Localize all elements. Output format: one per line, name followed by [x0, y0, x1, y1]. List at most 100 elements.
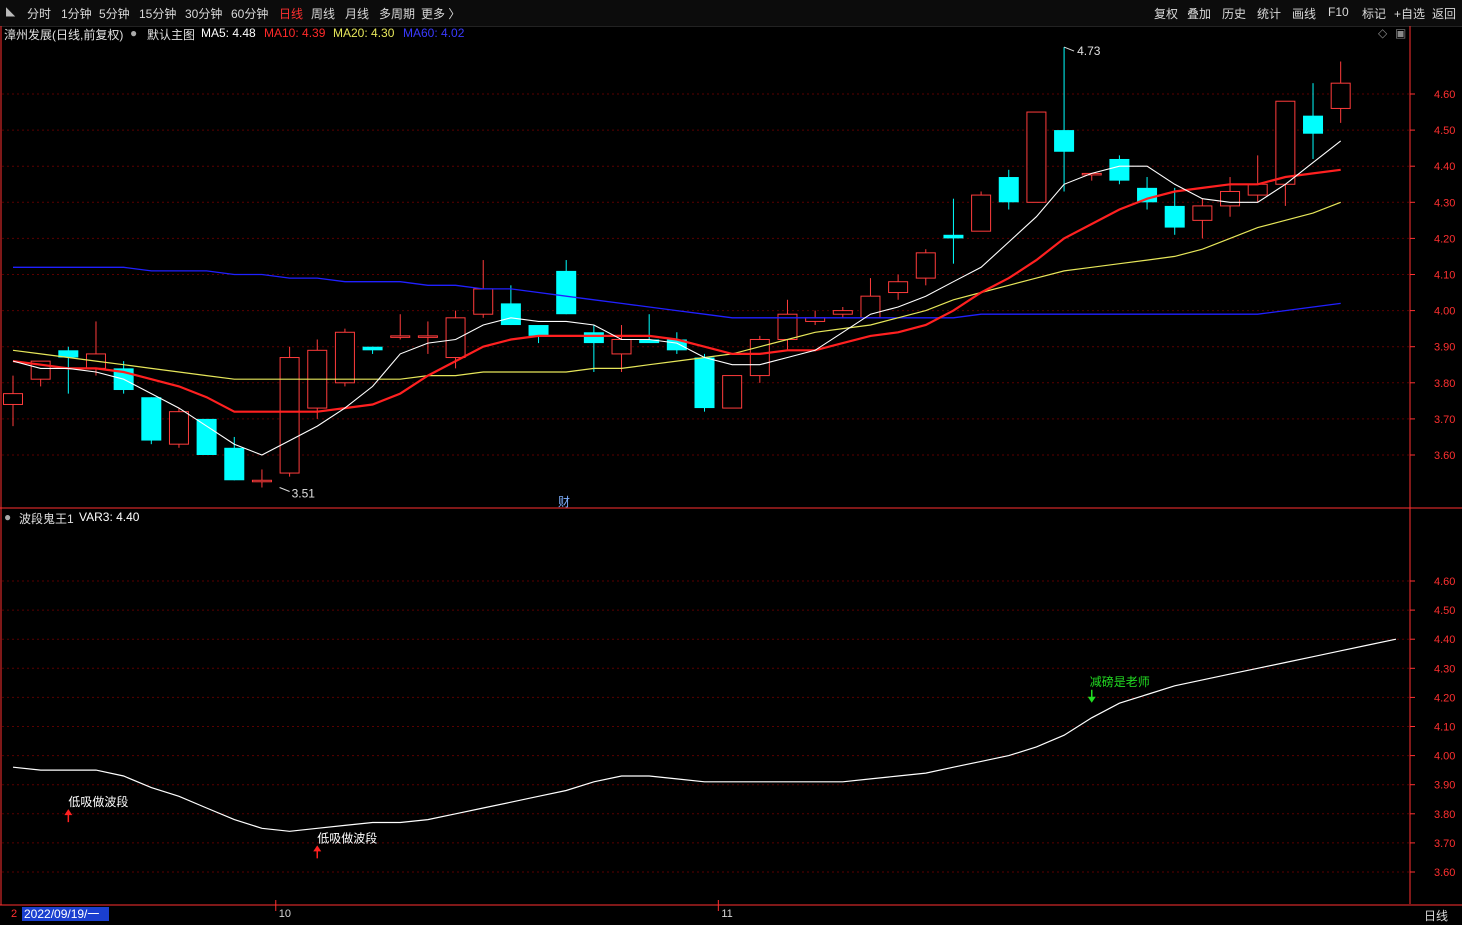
date-cursor-field[interactable]: 2022/09/19/一 [22, 907, 109, 921]
main-ytick-label: 4.20 [1434, 233, 1455, 245]
candle-body [224, 447, 245, 481]
candle-body [196, 418, 217, 455]
sub-ytick-label: 4.20 [1434, 692, 1455, 704]
ma10-line [12, 168, 1341, 413]
candle-body [141, 397, 162, 441]
candle-body [694, 357, 715, 409]
main-ytick-label: 3.90 [1434, 342, 1455, 354]
candle [943, 198, 964, 264]
candle-body [362, 346, 383, 351]
candle-body [528, 325, 549, 336]
candle [722, 375, 743, 409]
candle-body [279, 357, 300, 474]
candle-body [390, 335, 411, 338]
candle-body [583, 332, 604, 344]
candle [1054, 47, 1075, 192]
sub-ytick-label: 3.70 [1434, 838, 1455, 850]
candle-body [556, 270, 577, 315]
candle-body [611, 338, 632, 355]
candle-body [1220, 190, 1241, 207]
signal-sell: 减磅是老师 [1087, 674, 1150, 703]
candle [334, 328, 355, 387]
candle-body [168, 411, 189, 445]
candle-body [971, 194, 992, 232]
sub-ytick-label: 3.90 [1434, 780, 1455, 792]
candle [224, 436, 245, 481]
candle-body [1275, 100, 1296, 185]
candle [1303, 83, 1324, 159]
candle-body [1330, 82, 1351, 109]
candle-body [500, 303, 521, 326]
sell-arrow-head [1087, 696, 1096, 703]
sub-ytick-label: 4.00 [1434, 751, 1455, 763]
candle [528, 325, 549, 344]
candle-body [1164, 205, 1185, 228]
sub-indicator-plot: 低吸做波段低吸做波段减磅是老师 [12, 638, 1397, 859]
main-ytick-label: 3.80 [1434, 378, 1455, 390]
candle [1220, 177, 1241, 217]
main-ytick-label: 3.60 [1434, 450, 1455, 462]
xaxis-month-tick: 11 [721, 908, 733, 920]
candle-body [1026, 111, 1047, 203]
candle [1330, 61, 1351, 123]
candle [1109, 155, 1130, 185]
main-ytick-label: 4.30 [1434, 197, 1455, 209]
sub-ytick-label: 4.40 [1434, 634, 1455, 646]
sub-ytick-label: 4.60 [1434, 576, 1455, 588]
low-label: 3.51 [292, 486, 316, 500]
candle [888, 274, 909, 300]
main-ytick-label: 4.50 [1434, 125, 1455, 137]
candles [3, 47, 1351, 488]
candle [1026, 111, 1047, 203]
candle [639, 314, 660, 344]
candle [362, 346, 383, 354]
sub-ytick-label: 4.30 [1434, 663, 1455, 675]
candle [196, 418, 217, 455]
candle [915, 249, 936, 286]
main-ytick-label: 4.40 [1434, 161, 1455, 173]
main-ytick-label: 4.10 [1434, 270, 1455, 282]
candle [1137, 177, 1158, 210]
main-ytick-label: 4.60 [1434, 89, 1455, 101]
sub-y-axis: 4.60 4.50 4.40 4.30 4.20 4.10 4.00 3.90 3.80 3.70… [1410, 576, 1455, 879]
candle [971, 191, 992, 232]
candle [583, 325, 604, 372]
kline-chart[interactable]: 4.73 3.51 财 4.60 4.50 4.40 4.30 4.20 4.10 4.00 3.… [0, 0, 1462, 925]
main-y-axis: 4.60 4.50 4.40 4.30 4.20 4.10 4.00 3.90 3.80 3.70… [1410, 89, 1455, 462]
sub-ytick-label: 4.10 [1434, 722, 1455, 734]
candle [832, 306, 853, 318]
main-ytick-label: 3.70 [1434, 414, 1455, 426]
candle [611, 325, 632, 372]
buy-signal-label: 低吸做波段 [317, 830, 377, 845]
sub-ytick-label: 3.80 [1434, 809, 1455, 821]
buy-arrow-head [313, 845, 322, 852]
candle [390, 314, 411, 340]
xaxis-left-stub: 2 [11, 908, 18, 920]
candle [417, 321, 438, 354]
high-label: 4.73 [1077, 44, 1101, 58]
signal-buy: 低吸做波段 [313, 830, 377, 859]
candle [749, 335, 770, 383]
sell-signal-label: 减磅是老师 [1090, 674, 1150, 689]
candle [694, 353, 715, 412]
xaxis-month-tick: 10 [278, 908, 292, 920]
candle [1192, 198, 1213, 239]
candle [998, 169, 1019, 210]
candle-body [473, 288, 494, 315]
candle-body [1247, 183, 1268, 196]
candle-body [3, 393, 23, 405]
candle [860, 278, 881, 319]
candle [168, 408, 189, 448]
sub-ytick-label: 4.50 [1434, 605, 1455, 617]
candle-body [1054, 130, 1075, 152]
candle [1081, 172, 1102, 181]
candle-body [998, 177, 1019, 203]
main-ytick-label: 4.00 [1434, 306, 1455, 318]
low-pointer [279, 487, 290, 492]
sub-ytick-label: 3.60 [1434, 867, 1455, 879]
main-annotations: 4.73 3.51 财 [279, 44, 1101, 509]
period-label[interactable]: 日线 [1424, 907, 1448, 924]
candle-body [1303, 115, 1324, 134]
candle [3, 375, 23, 427]
high-pointer [1063, 46, 1075, 52]
